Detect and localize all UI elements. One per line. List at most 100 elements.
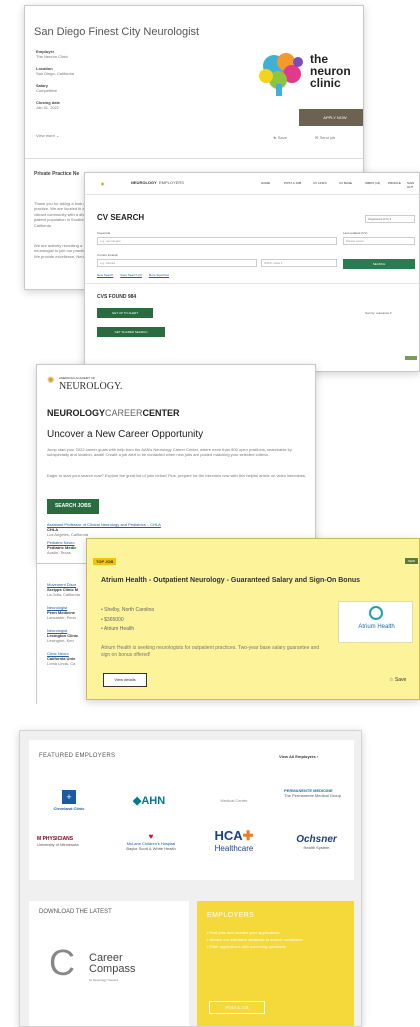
- sort-select[interactable]: Sort by: relevance ▾: [365, 311, 392, 315]
- nav-inbox[interactable]: INBOX (11): [365, 181, 380, 185]
- list-item: • Search our extensive database to searc…: [207, 937, 303, 943]
- career-center-panel-continued: Movement Disor Scripps Clinic M La Jolla…: [36, 564, 86, 704]
- employer-mclane[interactable]: ♥ McLane Children's Hospital Baylor Scot…: [121, 832, 181, 851]
- job-field-location: Location San Diego, California: [36, 66, 74, 76]
- top-job-title[interactable]: Atrium Health - Outpatient Neurology - G…: [101, 575, 371, 586]
- compass-icon: C: [49, 942, 75, 983]
- keywords-label: Keywords: [97, 231, 111, 235]
- brand-name: NEUROLOGY: [131, 180, 157, 185]
- more-searches-link[interactable]: More Searches: [149, 273, 169, 277]
- search-button[interactable]: SEARCH: [343, 259, 415, 269]
- cv-result-tag: [405, 356, 417, 360]
- chevron-right-icon: ›: [316, 754, 319, 759]
- employers-card: EMPLOYERS • Post jobs and monitor your a…: [197, 901, 354, 1026]
- hca-plus-icon: ✚: [242, 828, 254, 843]
- atrium-emblem-icon: [369, 606, 383, 620]
- top-job-card: TOP JOB NEW Atrium Health - Outpatient N…: [86, 538, 420, 700]
- search-links: New Search Save Search (0) More Searches: [97, 273, 169, 277]
- new-badge: NEW: [405, 558, 418, 564]
- job-title: San Diego Finest City Neurologist: [34, 26, 200, 38]
- post-a-job-button[interactable]: POST A JOB: [209, 1001, 265, 1014]
- nav-cv-links[interactable]: CV LINKS: [313, 181, 327, 185]
- star-outline-icon: ☆: [389, 677, 394, 683]
- employer-medical-center[interactable]: Medical Center: [199, 798, 269, 803]
- top-job-description: Atrium Health is seeking neurologists fo…: [101, 645, 320, 658]
- logo-wordmark: the neuron clinic: [310, 52, 351, 90]
- save-job-button[interactable]: ★ Save: [273, 135, 287, 140]
- list-item[interactable]: Neurologist Penn Medicine Lancaster, Pen…: [47, 605, 86, 620]
- employer-benefits: • Post jobs and monitor your application…: [207, 929, 343, 951]
- divider: [25, 158, 363, 159]
- save-top-job-button[interactable]: ☆ Save: [389, 677, 406, 683]
- send-job-button[interactable]: ✉ Send job: [315, 135, 335, 140]
- career-center-title: NEUROLOGYCAREERCENTER: [47, 408, 180, 418]
- list-item: • Shelby, North Carolina: [101, 607, 155, 613]
- employer-cleveland-clinic[interactable]: + Cleveland Clinic: [39, 790, 99, 811]
- page-title: CV SEARCH: [97, 213, 145, 222]
- list-item[interactable]: Clinic Neuro California Univ Loma Linda,…: [47, 651, 86, 666]
- employer-ochsner[interactable]: Ochsner Health System: [284, 834, 349, 850]
- divider: [85, 283, 419, 284]
- headline: Uncover a New Career Opportunity: [47, 429, 204, 440]
- aan-logo: ◆: [101, 181, 105, 186]
- distance-select[interactable]: Within miles ▾: [261, 259, 337, 267]
- view-more-link[interactable]: View more ⌄: [36, 133, 59, 138]
- top-nav: ◆ NEUROLOGY EMPLOYERS HOME POST A JOB CV…: [85, 173, 419, 195]
- career-center-panel: ✺ AMERICAN ACADEMY OF NEUROLOGY. NEUROLO…: [36, 364, 316, 564]
- cv-search-panel: ◆ NEUROLOGY EMPLOYERS HOME POST A JOB CV…: [84, 172, 420, 372]
- list-item[interactable]: Assistant Professor of Clinical Neurolog…: [47, 522, 309, 537]
- neuron-clinic-logo: the neuron clinic: [246, 44, 363, 104]
- top-job-badge: TOP JOB: [93, 558, 117, 565]
- keywords-input[interactable]: e.g. neurologist: [97, 237, 337, 245]
- envelope-icon: ✉: [315, 135, 319, 140]
- featured-heading: FEATURED EMPLOYERS: [39, 753, 116, 759]
- featured-employers-card: FEATURED EMPLOYERS View All Employers › …: [29, 740, 354, 880]
- list-item: • Filter applications with screening que…: [207, 944, 286, 950]
- intro-paragraph-2: Eager to start your search now? Explore …: [47, 473, 307, 478]
- nav-post-job[interactable]: POST A JOB: [284, 181, 301, 185]
- job-field-salary: Salary Competitive: [36, 83, 58, 93]
- apply-now-button[interactable]: APPLY NOW: [299, 109, 363, 126]
- nav-cv-base[interactable]: CV BASE: [339, 181, 352, 185]
- star-icon: ★: [273, 135, 277, 140]
- location-label: Current location: [97, 253, 119, 257]
- atrium-health-logo: Atrium Health: [338, 601, 413, 643]
- list-item: • Post jobs and monitor your application…: [207, 930, 280, 935]
- heart-icon: ♥: [148, 832, 154, 841]
- nav-sign-out[interactable]: SIGN OUT: [407, 181, 419, 189]
- create-alert-button[interactable]: GET UP TO ALERT: [97, 308, 153, 318]
- last-updated-select[interactable]: Please select: [343, 237, 415, 245]
- view-details-button[interactable]: View details: [103, 673, 147, 687]
- new-search-link[interactable]: New Search: [97, 273, 113, 277]
- section-heading: Private Practice Ne: [34, 171, 80, 177]
- job-field-closing-date: Closing date Jan 31, 2022: [36, 100, 61, 110]
- view-all-employers-link[interactable]: View All Employers ›: [279, 754, 318, 759]
- list-item: • Atrium Health: [101, 626, 135, 632]
- employer-hca[interactable]: HCA✚ Healthcare: [199, 828, 269, 853]
- employer-permanente[interactable]: PERMANENTE MEDICINE The Permanente Medic…: [284, 788, 349, 798]
- intro-paragraph: Jump start your 2022 career goals with h…: [47, 447, 292, 458]
- employer-ahn[interactable]: ◆AHN: [114, 794, 184, 807]
- featured-employers-panel: FEATURED EMPLOYERS View All Employers › …: [19, 730, 362, 1027]
- results-count: CVS FOUND 984: [97, 294, 137, 300]
- career-compass-logo[interactable]: Career Compass by Neurology Careers: [89, 953, 135, 986]
- chevron-down-icon: ⌄: [55, 133, 60, 138]
- download-card: DOWNLOAD THE LATEST C Career Compass by …: [29, 901, 189, 1026]
- list-item[interactable]: Neurologist Lexington Clinic Lexington, …: [47, 628, 86, 643]
- list-item[interactable]: Movement Disor Scripps Clinic M La Jolla…: [47, 582, 86, 597]
- job-field-employer: Employer The Neuron Clinic: [36, 49, 69, 59]
- last-updated-label: Last updated (CV): [343, 231, 368, 235]
- organized-select[interactable]: Organized (CV) ▾: [365, 215, 415, 223]
- aan-emblem-icon: ✺: [47, 375, 55, 385]
- download-heading: DOWNLOAD THE LATEST: [39, 909, 112, 915]
- brand-sub: EMPLOYERS: [159, 180, 184, 185]
- location-input[interactable]: e.g. Atlanta: [97, 259, 257, 267]
- shared-search-button[interactable]: GET SHARED SEARCH: [97, 327, 165, 337]
- nav-home[interactable]: HOME: [261, 181, 270, 185]
- employer-um-physicians[interactable]: M PHYSICIANS University of Minnesota: [37, 836, 107, 847]
- save-search-link[interactable]: Save Search (0): [120, 273, 142, 277]
- employers-heading: EMPLOYERS: [207, 912, 255, 919]
- top-job-bullets: • Shelby, North Carolina • $365000 • Atr…: [101, 606, 301, 635]
- search-jobs-button[interactable]: SEARCH JOBS: [47, 499, 99, 514]
- nav-profile[interactable]: PROFILE: [388, 181, 401, 185]
